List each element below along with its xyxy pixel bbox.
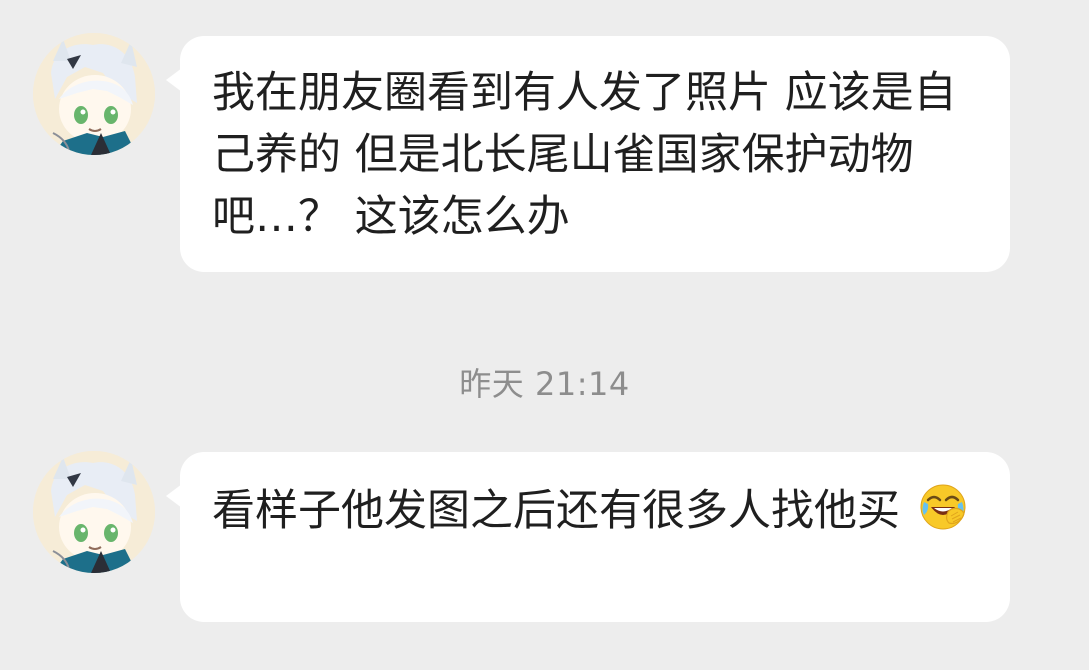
avatar[interactable] [33,33,155,155]
laughing-crying-face-icon [918,482,968,532]
laughing-crying-face-icon [920,484,966,530]
message-text: 我在朋友圈看到有人发了照片 应该是自己养的 但是北长尾山雀国家保护动物吧…？ 这… [212,68,957,242]
message-text-content: 看样子他发图之后还有很多人找他买 [212,486,900,536]
message-text: 看样子他发图之后还有很多人找他买 [212,480,972,542]
chat-area: 我在朋友圈看到有人发了照片 应该是自己养的 但是北长尾山雀国家保护动物吧…？ 这… [0,0,1089,670]
message-bubble[interactable]: 我在朋友圈看到有人发了照片 应该是自己养的 但是北长尾山雀国家保护动物吧…？ 这… [166,36,1010,272]
anime-avatar-icon [33,33,155,155]
anime-avatar-icon [33,451,155,573]
message-bubble[interactable]: 看样子他发图之后还有很多人找他买 [166,452,1010,622]
avatar[interactable] [33,451,155,573]
timestamp: 昨天 21:14 [459,365,630,403]
